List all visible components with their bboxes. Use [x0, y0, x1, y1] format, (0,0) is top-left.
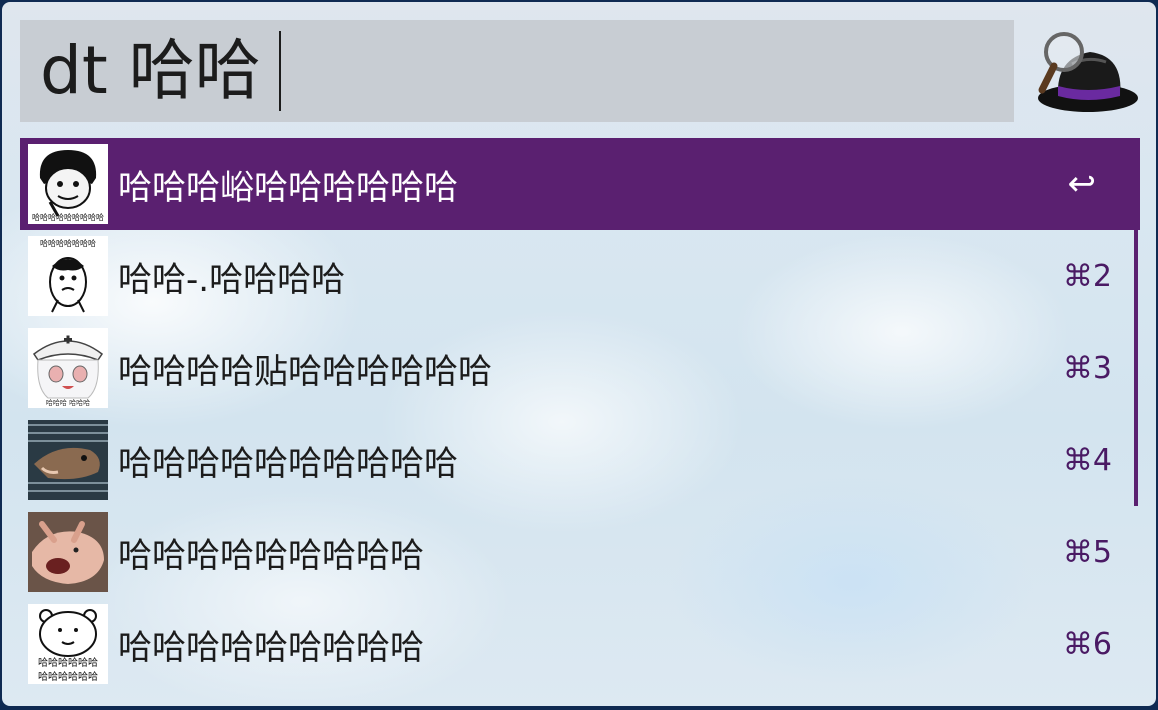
anime-girl-icon: 哈哈哈 哈哈哈	[28, 328, 108, 408]
svg-text:哈哈哈哈哈哈哈: 哈哈哈哈哈哈哈	[40, 238, 96, 248]
pig-photo-icon	[28, 512, 108, 592]
result-title: 哈哈哈哈贴哈哈哈哈哈哈	[118, 351, 492, 392]
result-row[interactable]: 哈哈哈哈哈哈 哈哈哈哈哈哈 哈哈哈哈哈哈哈哈哈 ⌘6	[20, 598, 1140, 690]
dog-photo-icon	[28, 420, 108, 500]
result-title: 哈哈哈哈哈哈哈哈哈	[118, 535, 424, 576]
meme-face-icon: 哈哈哈哈哈哈哈	[28, 236, 108, 316]
text-caret	[278, 31, 281, 111]
results-list: 哈哈哈哈哈哈哈哈哈 哈哈哈峪哈哈哈哈哈哈 ↩ 哈哈哈哈哈哈哈 哈哈-.哈哈哈哈 …	[20, 138, 1140, 690]
result-shortcut: ⌘6	[1062, 626, 1112, 662]
result-shortcut: ⌘5	[1062, 534, 1112, 570]
result-shortcut: ⌘4	[1062, 442, 1112, 478]
result-title: 哈哈-.哈哈哈哈	[118, 259, 346, 300]
result-row[interactable]: 哈哈哈哈哈哈哈 哈哈-.哈哈哈哈 ⌘2	[20, 230, 1140, 322]
result-row[interactable]: 哈哈哈哈哈哈哈哈哈 哈哈哈峪哈哈哈哈哈哈 ↩	[20, 138, 1140, 230]
svg-text:哈哈哈哈哈哈: 哈哈哈哈哈哈	[38, 656, 98, 669]
search-input[interactable]: dt 哈哈	[20, 20, 1014, 122]
result-row[interactable]: 哈哈哈 哈哈哈 哈哈哈哈贴哈哈哈哈哈哈 ⌘3	[20, 322, 1140, 414]
result-title: 哈哈哈哈哈哈哈哈哈哈	[118, 443, 458, 484]
svg-text:哈哈哈哈哈哈: 哈哈哈哈哈哈	[38, 670, 98, 683]
svg-text:哈哈哈哈哈哈哈哈哈: 哈哈哈哈哈哈哈哈哈	[32, 212, 104, 222]
result-shortcut: ⌘2	[1062, 258, 1112, 294]
meme-face-icon: 哈哈哈哈哈哈哈哈哈	[28, 144, 108, 224]
alfred-window: dt 哈哈 哈哈哈哈哈哈哈哈哈 哈哈哈峪哈哈哈哈哈哈 ↩ 哈哈哈哈哈哈哈 哈哈-…	[2, 2, 1156, 706]
return-key-icon: ↩	[1067, 164, 1097, 204]
svg-text:哈哈哈 哈哈哈: 哈哈哈 哈哈哈	[46, 398, 90, 407]
result-title: 哈哈哈峪哈哈哈哈哈哈	[118, 167, 458, 208]
result-shortcut: ⌘3	[1062, 350, 1112, 386]
result-row[interactable]: 哈哈哈哈哈哈哈哈哈哈 ⌘4	[20, 414, 1140, 506]
bear-meme-icon: 哈哈哈哈哈哈 哈哈哈哈哈哈	[28, 604, 108, 684]
results-scrollbar[interactable]	[1134, 230, 1138, 506]
search-query[interactable]: dt 哈哈	[40, 38, 261, 104]
result-title: 哈哈哈哈哈哈哈哈哈	[118, 627, 424, 668]
alfred-hat-magnifier-icon[interactable]	[1032, 28, 1140, 118]
result-row[interactable]: 哈哈哈哈哈哈哈哈哈 ⌘5	[20, 506, 1140, 598]
